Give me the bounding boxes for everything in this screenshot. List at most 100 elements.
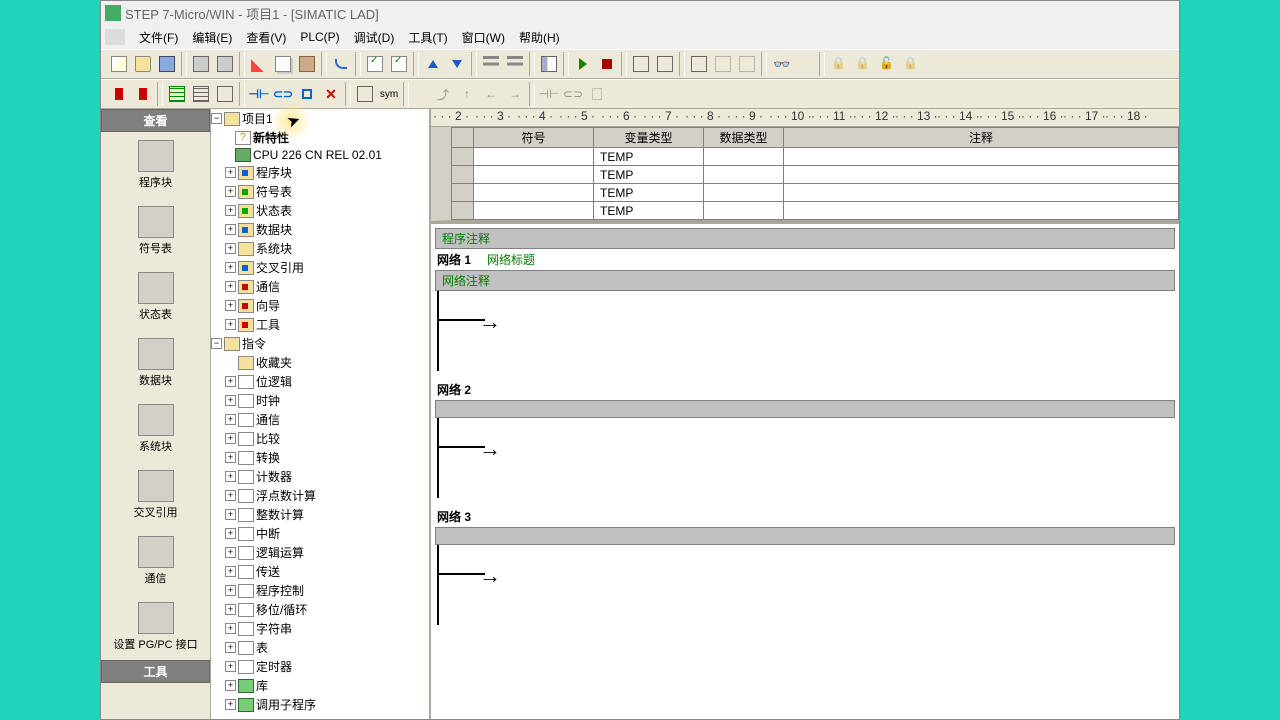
tree-node-0[interactable]: +程序块 xyxy=(211,163,429,182)
tb-grid1[interactable] xyxy=(165,82,189,106)
expand-icon[interactable]: + xyxy=(225,661,236,672)
network-title-text[interactable]: 网络标题 xyxy=(487,251,535,268)
menu-edit[interactable]: 编辑(E) xyxy=(186,27,238,48)
tree-node-5[interactable]: +交叉引用 xyxy=(211,258,429,277)
collapse-icon[interactable]: − xyxy=(211,338,222,349)
sidebar-header-view[interactable]: 查看 xyxy=(101,109,210,132)
tree-node-7[interactable]: +向导 xyxy=(211,296,429,315)
expand-icon[interactable]: + xyxy=(225,262,236,273)
cell-datatype[interactable] xyxy=(704,148,784,166)
tree-instr-17[interactable]: +库 xyxy=(211,676,429,695)
tree-instr-15[interactable]: +表 xyxy=(211,638,429,657)
expand-icon[interactable]: + xyxy=(225,224,236,235)
tree-instr-10[interactable]: +逻辑运算 xyxy=(211,543,429,562)
tb-save[interactable] xyxy=(155,52,179,76)
expand-icon[interactable]: + xyxy=(225,300,236,311)
project-tree[interactable]: − 项目1 ? 新特性 CPU 226 CN REL 02.01 +程序块+符号… xyxy=(211,109,431,719)
expand-icon[interactable]: + xyxy=(225,414,236,425)
expand-icon[interactable]: + xyxy=(225,186,236,197)
tb-status[interactable] xyxy=(629,52,653,76)
cell-comment[interactable] xyxy=(784,166,1179,184)
row-handle[interactable] xyxy=(452,202,474,220)
tb-contact[interactable]: ⊣⊢ xyxy=(247,82,271,106)
expand-icon[interactable]: + xyxy=(225,452,236,463)
tb-run[interactable] xyxy=(571,52,595,76)
cell-symbol[interactable] xyxy=(474,184,594,202)
tree-instr-root[interactable]: − 指令 xyxy=(211,334,429,353)
tb-sort-desc[interactable] xyxy=(503,52,527,76)
tb-copy[interactable] xyxy=(271,52,295,76)
tb-force[interactable] xyxy=(793,52,817,76)
cell-vartype[interactable]: TEMP xyxy=(594,166,704,184)
cell-comment[interactable] xyxy=(784,148,1179,166)
tb-glasses[interactable]: 👓 xyxy=(769,52,793,76)
tb-nav-right[interactable]: → xyxy=(503,82,527,106)
tree-instr-8[interactable]: +整数计算 xyxy=(211,505,429,524)
tb-unlock[interactable]: 🔓 xyxy=(875,52,899,76)
tree-root[interactable]: − 项目1 xyxy=(211,109,429,128)
tree-cpu[interactable]: CPU 226 CN REL 02.01 xyxy=(211,147,429,163)
expand-icon[interactable]: + xyxy=(225,490,236,501)
network-2[interactable]: 网络 2 . → xyxy=(435,379,1175,498)
expand-icon[interactable]: + xyxy=(225,680,236,691)
network-comment[interactable]: . xyxy=(435,400,1175,418)
tb-print[interactable] xyxy=(189,52,213,76)
sidebar-item-3[interactable]: 数据块 xyxy=(101,330,210,396)
vt-header-2[interactable]: 变量类型 xyxy=(594,128,704,148)
tb-undo[interactable] xyxy=(329,52,353,76)
table-row[interactable]: TEMP xyxy=(452,202,1179,220)
tree-instr-16[interactable]: +定时器 xyxy=(211,657,429,676)
menu-tools[interactable]: 工具(T) xyxy=(402,27,453,48)
network-comment[interactable]: 网络注释 xyxy=(435,270,1175,291)
expand-icon[interactable]: + xyxy=(225,699,236,710)
sidebar-item-7[interactable]: 设置 PG/PC 接口 xyxy=(101,594,210,660)
expand-icon[interactable]: + xyxy=(225,376,236,387)
row-handle[interactable] xyxy=(452,166,474,184)
sidebar-header-tools[interactable]: 工具 xyxy=(101,660,210,683)
tree-instr-0[interactable]: 收藏夹 xyxy=(211,353,429,372)
cell-comment[interactable] xyxy=(784,202,1179,220)
tb-status2[interactable] xyxy=(653,52,677,76)
table-row[interactable]: TEMP xyxy=(452,148,1179,166)
expand-icon[interactable]: + xyxy=(225,243,236,254)
ladder-rung[interactable]: → xyxy=(435,291,1175,371)
tb-ins2[interactable] xyxy=(131,82,155,106)
tree-instr-9[interactable]: +中断 xyxy=(211,524,429,543)
tb-download[interactable] xyxy=(445,52,469,76)
tb-vline[interactable]: ⊂⊃ xyxy=(561,82,585,106)
tree-instr-12[interactable]: +程序控制 xyxy=(211,581,429,600)
table-row[interactable]: TEMP xyxy=(452,184,1179,202)
tb-box[interactable] xyxy=(295,82,319,106)
expand-icon[interactable]: + xyxy=(225,205,236,216)
cell-datatype[interactable] xyxy=(704,166,784,184)
sidebar-item-6[interactable]: 通信 xyxy=(101,528,210,594)
cell-vartype[interactable]: TEMP xyxy=(594,184,704,202)
expand-icon[interactable]: + xyxy=(225,642,236,653)
vt-header-1[interactable]: 符号 xyxy=(474,128,594,148)
sidebar-item-4[interactable]: 系统块 xyxy=(101,396,210,462)
tree-node-6[interactable]: +通信 xyxy=(211,277,429,296)
tb-open[interactable] xyxy=(131,52,155,76)
tb-compile-all[interactable] xyxy=(387,52,411,76)
tree-instr-7[interactable]: +浮点数计算 xyxy=(211,486,429,505)
program-comment[interactable]: 程序注释 xyxy=(435,228,1175,249)
network-comment[interactable]: . xyxy=(435,527,1175,545)
tb-nav-up[interactable]: ↑ xyxy=(455,82,479,106)
tb-nav-home[interactable]: ⤴ xyxy=(431,82,455,106)
tree-instr-11[interactable]: +传送 xyxy=(211,562,429,581)
cell-vartype[interactable]: TEMP xyxy=(594,202,704,220)
tb-del[interactable]: ✕ xyxy=(319,82,343,106)
tree-node-4[interactable]: +系统块 xyxy=(211,239,429,258)
tb-stop[interactable] xyxy=(595,52,619,76)
ladder-rung[interactable]: → xyxy=(435,418,1175,498)
tb-lock1[interactable]: 🔒 xyxy=(827,52,851,76)
ladder-rung[interactable]: → xyxy=(435,545,1175,625)
collapse-icon[interactable]: − xyxy=(211,113,222,124)
tree-instr-3[interactable]: +通信 xyxy=(211,410,429,429)
ladder-area[interactable]: 程序注释 网络 1 网络标题 网络注释 → 网络 2 . → 网络 3 . xyxy=(431,221,1179,719)
tb-net[interactable] xyxy=(353,82,377,106)
tree-node-3[interactable]: +数据块 xyxy=(211,220,429,239)
variable-table[interactable]: 符号变量类型数据类型注释 TEMPTEMPTEMPTEMP xyxy=(451,127,1179,220)
tb-grid3[interactable] xyxy=(213,82,237,106)
menu-window[interactable]: 窗口(W) xyxy=(456,27,511,48)
